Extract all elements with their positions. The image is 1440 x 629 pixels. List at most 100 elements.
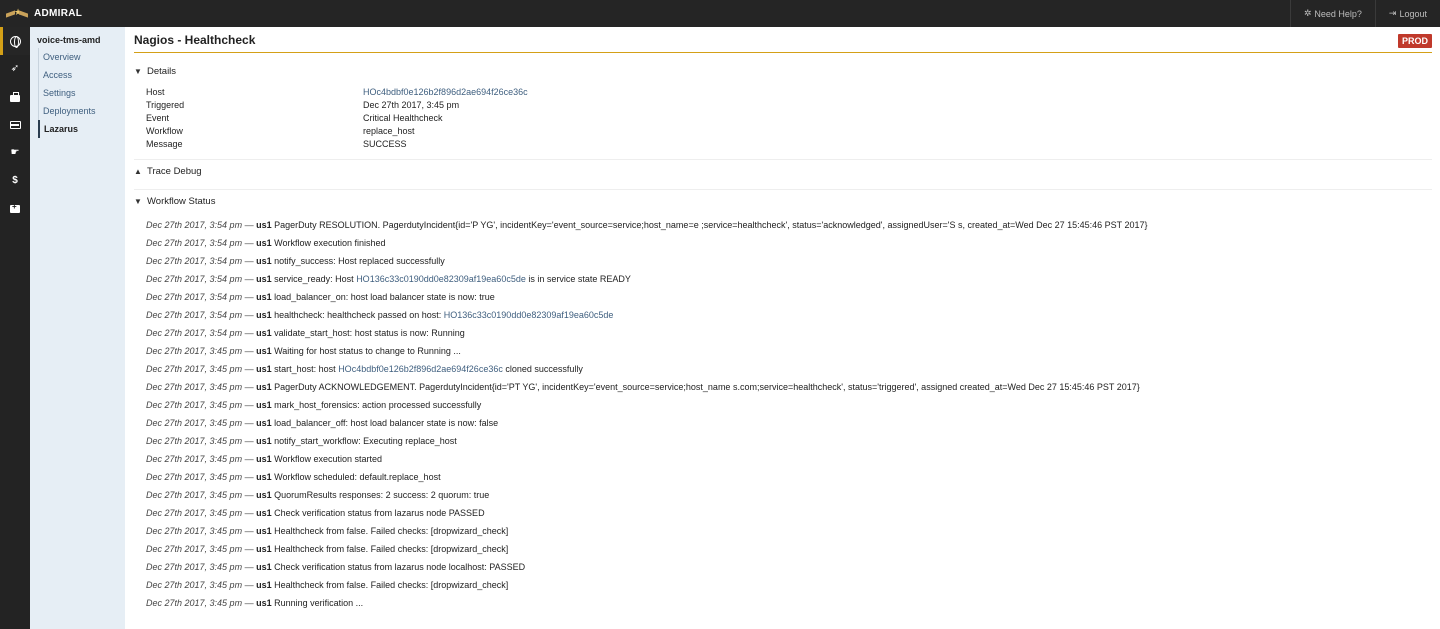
log-timestamp: Dec 27th 2017, 3:54 pm <box>146 238 243 248</box>
subnav-item-overview[interactable]: Overview <box>39 48 123 66</box>
log-message: Workflow execution started <box>274 454 383 464</box>
log-region: us1 <box>256 220 272 230</box>
detail-row: Workflow replace_host <box>146 125 528 138</box>
log-entry: Dec 27th 2017, 3:45 pm — us1 QuorumResul… <box>146 486 1436 504</box>
need-help-link[interactable]: ✲ Need Help? <box>1289 0 1375 27</box>
log-region: us1 <box>256 472 272 482</box>
details-table: Host HOc4bdbf0e126b2f896d2ae694f26ce36c … <box>146 86 528 151</box>
host-link[interactable]: HO136c33c0190dd0e82309af19ea60c5de <box>356 274 526 284</box>
detail-key: Message <box>146 139 183 149</box>
admiral-logo-icon: ★ <box>6 7 28 20</box>
workflow-status-toggle[interactable]: ▼ Workflow Status <box>134 196 215 207</box>
subnav-item-lazarus[interactable]: Lazarus <box>38 120 123 138</box>
page-title: Nagios - Healthcheck <box>134 33 256 47</box>
rail-accounts[interactable] <box>0 111 30 139</box>
log-timestamp: Dec 27th 2017, 3:45 pm <box>146 508 243 518</box>
rail-services[interactable] <box>0 83 30 111</box>
hand-icon: ☛ <box>10 147 20 158</box>
log-separator: — <box>244 580 254 590</box>
details-heading: Details <box>147 66 177 77</box>
detail-value: Critical Healthcheck <box>363 113 443 123</box>
log-separator: — <box>244 238 254 248</box>
rail-apps[interactable] <box>0 27 30 55</box>
log-message: notify_success: Host replaced successful… <box>274 256 445 266</box>
log-timestamp: Dec 27th 2017, 3:54 pm <box>146 256 243 266</box>
log-separator: — <box>244 400 254 410</box>
section-divider <box>134 189 1432 190</box>
main-content: Nagios - Healthcheck PROD ▼ Details Host… <box>125 27 1440 629</box>
log-separator: — <box>244 598 254 608</box>
log-timestamp: Dec 27th 2017, 3:45 pm <box>146 472 243 482</box>
log-message-tail: is in service state READY <box>525 274 631 284</box>
log-region: us1 <box>256 238 272 248</box>
log-message: Healthcheck from false. Failed checks: [… <box>274 544 509 554</box>
detail-row: Triggered Dec 27th 2017, 3:45 pm <box>146 99 528 112</box>
rail-deploy[interactable]: ➶ <box>0 55 30 83</box>
log-message: Check verification status from lazarus n… <box>274 508 485 518</box>
log-separator: — <box>244 328 254 338</box>
host-link[interactable]: HOc4bdbf0e126b2f896d2ae694f26ce36c <box>363 86 528 99</box>
log-separator: — <box>244 562 254 572</box>
host-link[interactable]: HO136c33c0190dd0e82309af19ea60c5de <box>444 310 614 320</box>
log-region: us1 <box>256 454 272 464</box>
detail-key: Workflow <box>146 126 183 136</box>
detail-value: SUCCESS <box>363 139 407 149</box>
log-region: us1 <box>256 418 272 428</box>
details-toggle[interactable]: ▼ Details <box>134 66 176 77</box>
subnav-list: Overview Access Settings Deployments Laz… <box>38 48 123 138</box>
chevron-down-icon: ▼ <box>134 197 142 206</box>
log-separator: — <box>244 472 254 482</box>
rail-access[interactable]: ☛ <box>0 139 30 167</box>
log-message: notify_start_workflow: Executing replace… <box>274 436 457 446</box>
gear-icon: ✲ <box>1303 8 1312 18</box>
log-entry: Dec 27th 2017, 3:45 pm — us1 load_balanc… <box>146 414 1436 432</box>
log-message: Healthcheck from false. Failed checks: [… <box>274 580 509 590</box>
rail-billing[interactable]: $ <box>0 167 30 195</box>
log-message-tail: cloned successfully <box>502 364 583 374</box>
log-separator: — <box>244 508 254 518</box>
trace-debug-toggle[interactable]: ▲ Trace Debug <box>134 166 202 177</box>
chevron-up-icon: ▲ <box>134 167 142 176</box>
detail-key: Triggered <box>146 100 185 110</box>
log-entry: Dec 27th 2017, 3:54 pm — us1 load_balanc… <box>146 288 1436 306</box>
log-message: PagerDuty ACKNOWLEDGEMENT. PagerdutyInci… <box>274 382 1140 392</box>
subnav-item-access[interactable]: Access <box>39 66 123 84</box>
log-timestamp: Dec 27th 2017, 3:45 pm <box>146 598 243 608</box>
logout-label: Logout <box>1399 8 1427 19</box>
log-entry: Dec 27th 2017, 3:45 pm — us1 Waiting for… <box>146 342 1436 360</box>
log-timestamp: Dec 27th 2017, 3:45 pm <box>146 454 243 464</box>
log-separator: — <box>244 346 254 356</box>
subnav-item-deployments[interactable]: Deployments <box>39 102 123 120</box>
icon-rail: ➶ ☛ $ <box>0 27 30 629</box>
log-region: us1 <box>256 328 272 338</box>
sign-out-icon: ⇥ <box>1388 8 1397 18</box>
briefcase-icon <box>10 91 20 102</box>
logout-link[interactable]: ⇥ Logout <box>1374 0 1440 27</box>
log-region: us1 <box>256 580 272 590</box>
brand-name: ADMIRAL <box>34 8 83 19</box>
log-timestamp: Dec 27th 2017, 3:45 pm <box>146 400 243 410</box>
app-name: voice-tms-amd <box>37 35 101 45</box>
need-help-label: Need Help? <box>1314 8 1362 19</box>
log-message: Healthcheck from false. Failed checks: [… <box>274 526 509 536</box>
log-region: us1 <box>256 346 272 356</box>
title-divider <box>134 52 1432 53</box>
log-entry: Dec 27th 2017, 3:45 pm — us1 Workflow sc… <box>146 468 1436 486</box>
log-region: us1 <box>256 274 272 284</box>
log-separator: — <box>244 526 254 536</box>
rail-health[interactable] <box>0 195 30 223</box>
log-separator: — <box>244 310 254 320</box>
log-separator: — <box>244 292 254 302</box>
log-message: load_balancer_off: host load balancer st… <box>274 418 499 428</box>
log-message: validate_start_host: host status is now:… <box>274 328 465 338</box>
log-timestamp: Dec 27th 2017, 3:54 pm <box>146 328 243 338</box>
log-message: Check verification status from lazarus n… <box>274 562 526 572</box>
log-entry: Dec 27th 2017, 3:54 pm — us1 validate_st… <box>146 324 1436 342</box>
log-message: PagerDuty RESOLUTION. PagerdutyIncident{… <box>274 220 1148 230</box>
host-link[interactable]: HOc4bdbf0e126b2f896d2ae694f26ce36c <box>338 364 503 374</box>
log-region: us1 <box>256 256 272 266</box>
globe-icon <box>9 35 21 48</box>
brand[interactable]: ★ ADMIRAL <box>0 0 82 27</box>
subnav-item-settings[interactable]: Settings <box>39 84 123 102</box>
log-region: us1 <box>256 382 272 392</box>
